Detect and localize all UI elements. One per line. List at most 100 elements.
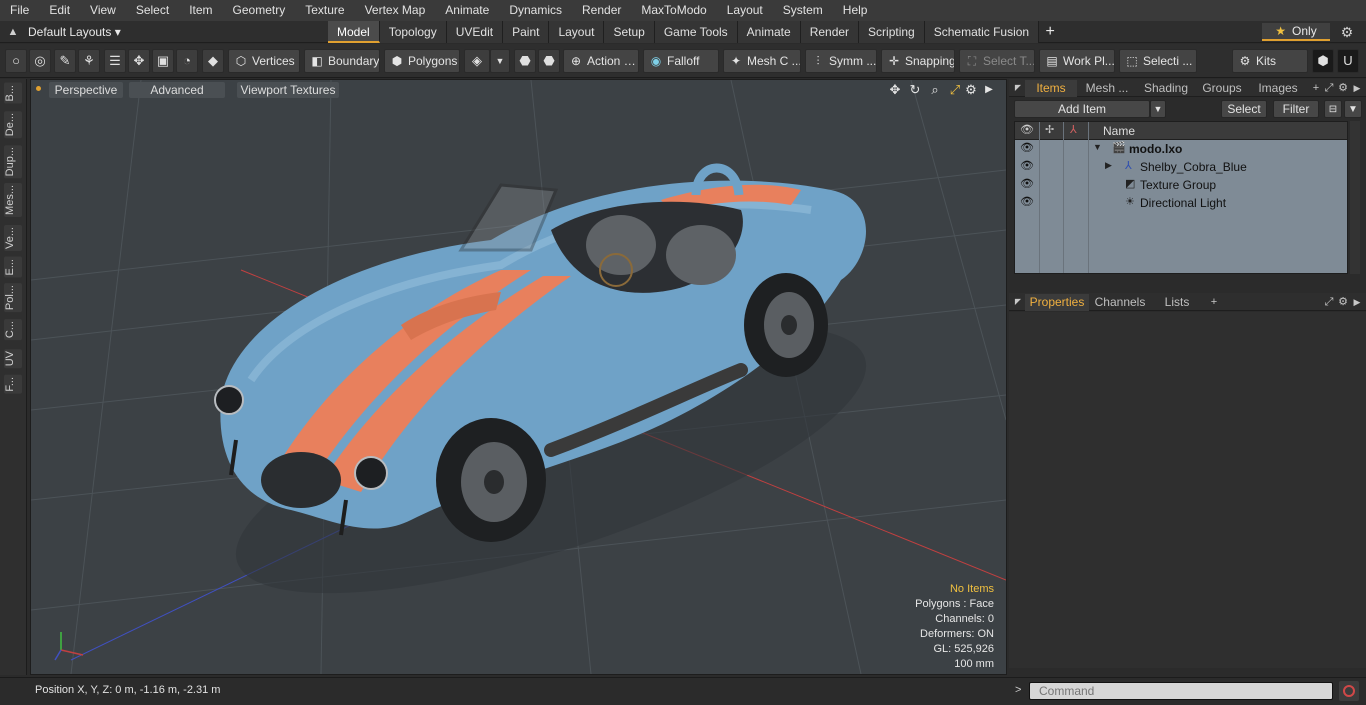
only-toggle-button[interactable]: ★ Only — [1262, 23, 1330, 41]
strip-tab-edge[interactable]: E... — [4, 257, 22, 278]
falloff-button[interactable]: ◉ Falloff — [643, 49, 719, 73]
orbit-icon[interactable]: ↻ — [907, 82, 923, 98]
3d-viewport[interactable]: Perspective Advanced Viewport Textures ✥… — [30, 79, 1007, 675]
item-row-mesh[interactable]: 👁 ▶ ⅄ Shelby_Cobra_Blue — [1015, 158, 1347, 176]
menu-edit[interactable]: Edit — [39, 0, 80, 21]
menu-view[interactable]: View — [80, 0, 126, 21]
menu-item[interactable]: Item — [179, 0, 222, 21]
filter-funnel-icon[interactable]: ▼ — [1344, 100, 1362, 118]
tab-game-tools[interactable]: Game Tools — [654, 21, 738, 43]
tab-render[interactable]: Render — [800, 21, 860, 43]
circle-select-icon[interactable]: ○ — [5, 49, 27, 73]
tab-layout[interactable]: Layout — [549, 21, 605, 43]
add-panel-tab-icon[interactable]: + — [1309, 80, 1323, 96]
tab-scripting[interactable]: Scripting — [859, 21, 925, 43]
strip-tab-uv[interactable]: UV — [4, 349, 22, 369]
tab-images[interactable]: Images — [1251, 80, 1305, 97]
viewport-menu-arrow-icon[interactable]: ▶ — [981, 82, 997, 98]
selection-sets-button[interactable]: ⬚ Selecti ... — [1119, 49, 1197, 73]
maximize-icon[interactable]: ⤢ — [947, 82, 963, 98]
layout-selector[interactable]: Default Layouts ▾ — [28, 24, 121, 40]
command-history-arrow-icon[interactable]: > — [1015, 684, 1021, 696]
tab-properties[interactable]: Properties — [1025, 294, 1089, 311]
menu-select[interactable]: Select — [126, 0, 179, 21]
collapse-icon[interactable]: ⊟ — [1324, 100, 1342, 118]
strip-tab-polygon[interactable]: Pol... — [4, 283, 22, 313]
material-mode-icon[interactable]: ◈ — [464, 49, 490, 73]
brush-icon[interactable]: ⚘ — [78, 49, 100, 73]
chevron-down-icon[interactable]: ▼ — [490, 49, 510, 73]
add-item-button[interactable]: Add Item — [1014, 100, 1150, 118]
tab-lists[interactable]: Lists — [1153, 294, 1201, 311]
tab-groups[interactable]: Groups — [1197, 80, 1247, 97]
menu-system[interactable]: System — [773, 0, 833, 21]
pen-icon[interactable]: ✎ — [54, 49, 76, 73]
panel-gear-icon[interactable]: ⚙ — [1336, 80, 1350, 96]
view-perspective-button[interactable]: Perspective — [49, 82, 123, 98]
strip-tab-curve[interactable]: C... — [4, 319, 22, 341]
item-row-scene[interactable]: 👁 ▼ 🎬 modo.lxo — [1015, 140, 1347, 158]
item-row-directional-light[interactable]: 👁 ☀ Directional Light — [1015, 194, 1347, 212]
layout-toggle-icon[interactable]: ▲ — [6, 25, 20, 39]
polygons-button[interactable]: ⬢ Polygons — [384, 49, 460, 73]
symmetry-y-icon[interactable]: ⬣ — [538, 49, 560, 73]
action-center-button[interactable]: ⊕ Action … — [563, 49, 639, 73]
tab-topology[interactable]: Topology — [379, 21, 447, 43]
filter-button[interactable]: Filter — [1273, 100, 1319, 118]
menu-dynamics[interactable]: Dynamics — [499, 0, 572, 21]
item-mode-icon[interactable]: ◆ — [202, 49, 224, 73]
strip-tab-deform[interactable]: De... — [4, 111, 22, 139]
menu-render[interactable]: Render — [572, 0, 631, 21]
name-column-header[interactable]: Name — [1103, 124, 1135, 138]
tab-items[interactable]: Items — [1025, 80, 1077, 97]
rotate-icon[interactable]: ◔ — [176, 49, 198, 73]
vertices-button[interactable]: ⬡ Vertices — [228, 49, 300, 73]
viewport-scene[interactable] — [31, 80, 1006, 674]
viewport-gear-icon[interactable]: ⚙ — [963, 82, 979, 98]
expand-triangle-icon[interactable]: ▶ — [1105, 160, 1115, 171]
menu-help[interactable]: Help — [833, 0, 878, 21]
panel-menu-arrow-icon[interactable]: ▶ — [1350, 294, 1364, 310]
menu-vertex-map[interactable]: Vertex Map — [355, 0, 436, 21]
tab-schematic-fusion[interactable]: Schematic Fusion — [924, 21, 1040, 43]
menu-animate[interactable]: Animate — [435, 0, 499, 21]
panel-expand-icon[interactable]: ⤢ — [1322, 80, 1336, 96]
menu-geometry[interactable]: Geometry — [223, 0, 296, 21]
globe-icon[interactable]: ◎ — [29, 49, 51, 73]
snapping-button[interactable]: ✛ Snapping — [881, 49, 955, 73]
tab-paint[interactable]: Paint — [503, 21, 550, 43]
strip-tab-mesh[interactable]: Mes... — [4, 183, 22, 217]
panel-menu-arrow-icon[interactable]: ▶ — [1350, 80, 1364, 96]
visibility-eye-icon[interactable]: 👁 — [1019, 159, 1035, 172]
pan-icon[interactable]: ✥ — [887, 82, 903, 98]
work-plane-button[interactable]: ▤ Work Pl... — [1039, 49, 1115, 73]
visibility-eye-icon[interactable]: 👁 — [1019, 141, 1035, 154]
command-input[interactable] — [1029, 682, 1333, 700]
menu-texture[interactable]: Texture — [295, 0, 354, 21]
record-macro-button[interactable] — [1339, 681, 1359, 701]
viewport-textures-button[interactable]: Viewport Textures — [237, 82, 339, 98]
tab-setup[interactable]: Setup — [604, 21, 655, 43]
visibility-eye-icon[interactable]: 👁 — [1019, 177, 1035, 190]
tab-shading[interactable]: Shading — [1139, 80, 1193, 97]
tab-channels[interactable]: Channels — [1093, 294, 1147, 311]
unreal-icon[interactable]: U — [1337, 49, 1359, 73]
symmetry-x-icon[interactable]: ⬣ — [514, 49, 536, 73]
boundary-button[interactable]: ◧ Boundary — [304, 49, 380, 73]
panel-expand-icon[interactable]: ⤢ — [1322, 294, 1336, 310]
add-item-chevron-down-icon[interactable]: ▼ — [1150, 100, 1166, 118]
tab-model[interactable]: Model — [328, 21, 380, 43]
tab-uvedit[interactable]: UVEdit — [446, 21, 504, 43]
shelby-cobra-model[interactable] — [214, 163, 866, 542]
cube-icon[interactable]: ⬢ — [1312, 49, 1334, 73]
strip-tab-vertex[interactable]: Ve... — [4, 225, 22, 252]
item-row-texture-group[interactable]: 👁 ◩ Texture Group — [1015, 176, 1347, 194]
lock-column-icon[interactable]: ✢ — [1045, 123, 1054, 136]
add-tab-button[interactable]: + — [1039, 21, 1061, 43]
item-list-scrollbar[interactable] — [1350, 121, 1360, 274]
stack-icon[interactable]: ☰ — [104, 49, 126, 73]
gear-icon[interactable]: ⚙ — [1338, 24, 1356, 40]
visibility-eye-icon[interactable]: 👁 — [1019, 195, 1035, 208]
strip-tab-basic[interactable]: B... — [4, 83, 22, 104]
add-properties-tab-icon[interactable]: + — [1207, 294, 1221, 310]
